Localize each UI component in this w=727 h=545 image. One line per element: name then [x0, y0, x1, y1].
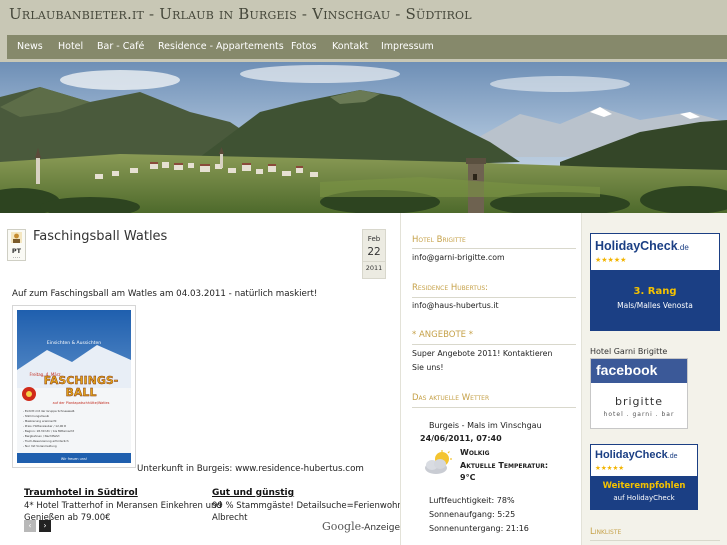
holidaycheck-recommend-panel: Weiterempfohlen auf HolidayCheck: [591, 476, 697, 509]
holidaycheck-header: HolidayCheck.de ★★★★★: [591, 234, 719, 270]
post-date-year: 2011: [363, 261, 385, 272]
panorama-banner: [0, 62, 727, 213]
nav-item-kontakt[interactable]: Kontakt: [332, 35, 368, 59]
holidaycheck-logo-tld: .de: [677, 243, 689, 252]
facebook-logo: facebook: [596, 362, 658, 378]
ad-unit-2[interactable]: Gut und günstig 99 % Stammgäste! Details…: [212, 488, 419, 524]
holidaycheck-recommend-sub: auf HolidayCheck: [613, 494, 675, 502]
faschingsball-poster[interactable]: Einsichten & Aussichten Freitag, 4. März…: [12, 305, 136, 468]
ad-text-line: 4* Hotel Tratterhof in Meransen Einkehre…: [24, 501, 222, 511]
facebook-badge[interactable]: facebook brigitte hotel . garni . bar: [590, 358, 688, 429]
holidaycheck-logo-text: HolidayCheck: [595, 239, 678, 253]
poster-tagline: auf der Plantapatschhütte/Watles: [53, 401, 110, 405]
ad-text-line: Genießen ab 79.00€: [24, 513, 111, 523]
author-dots: ....: [12, 253, 21, 260]
poster-image: Einsichten & Aussichten Freitag, 4. März…: [17, 310, 131, 463]
weather-temp: 9°C: [460, 473, 476, 482]
heading-hotel-brigitte: Hotel Brigitte: [412, 235, 466, 245]
ad-text-line: 99 % Stammgäste! Detailsuche=Ferienwohnu…: [212, 501, 419, 511]
poster-title-line2: BALL: [66, 386, 97, 399]
email-residence-hubertus[interactable]: info@haus-hubertus.it: [412, 299, 499, 313]
holidaycheck-rank-panel: 3. Rang Mals/Malles Venosta: [591, 270, 719, 330]
nav-item-impressum[interactable]: Impressum: [381, 35, 434, 59]
email-hotel-brigitte[interactable]: info@garni-brigitte.com: [412, 251, 505, 265]
ad-title[interactable]: Gut und günstig: [212, 488, 419, 498]
author-avatar-icon: [11, 232, 22, 243]
panorama-image: [0, 62, 727, 213]
heading-residence-hubertus: Residence Hubertus:: [412, 283, 489, 293]
rating-stars-icon: ★★★★★: [595, 256, 627, 264]
heading-linkliste: Linkliste: [590, 527, 622, 537]
sidebar-info: Hotel Brigitte info@garni-brigitte.com R…: [400, 213, 582, 545]
weather-sunset: Sonnenuntergang: 21:16: [429, 524, 529, 533]
post-text: Auf zum Faschingsball am Watles am 04.03…: [12, 289, 318, 299]
weather-condition: Wolkig: [460, 448, 490, 457]
nav-item-news[interactable]: News: [17, 35, 43, 59]
site-header: Urlaubanbieter.it - Urlaub in Burgeis - …: [0, 0, 727, 62]
post-title[interactable]: Faschingsball Watles: [33, 229, 167, 244]
holidaycheck-rank: 3. Rang: [633, 286, 677, 297]
main-nav: News Hotel Bar - Café Residence - Appart…: [7, 35, 727, 59]
sidebar-badges: HolidayCheck.de ★★★★★ 3. Rang Mals/Malle…: [582, 213, 727, 545]
facebook-page-sub: hotel . garni . bar: [603, 411, 675, 418]
rating-stars-icon: ★★★★★: [595, 464, 625, 472]
poster-header: Einsichten & Aussichten: [47, 340, 101, 346]
weather-sunrise: Sonnenaufgang: 5:25: [429, 510, 516, 519]
nav-item-residence[interactable]: Residence - Appartements: [158, 35, 284, 59]
main-content: PT .... Faschingsball Watles Feb 22 2011…: [0, 213, 419, 545]
divider: [590, 540, 720, 541]
weather-temp-label: Aktuelle Temperatur:: [460, 461, 549, 470]
ad-next-button[interactable]: ›: [39, 520, 51, 532]
holidaycheck-logo: HolidayCheck.de: [595, 239, 689, 253]
nav-item-hotel[interactable]: Hotel: [58, 35, 83, 59]
divider: [412, 297, 576, 298]
ad-unit-1[interactable]: Traumhotel in Südtirol 4* Hotel Tratterh…: [24, 488, 222, 524]
ad-prev-button[interactable]: ‹: [24, 520, 36, 532]
poster-detail: - Bergbahnen / Nachtfahrt: [23, 434, 60, 438]
angebote-line: Super Angebote 2011! Kontaktieren: [412, 349, 553, 358]
poster-detail: - Eintritt mit der Gruppe Schneeweiß: [23, 409, 75, 413]
weather-datetime: 24/06/2011, 07:40: [420, 434, 502, 443]
divider: [412, 407, 576, 408]
angebote-line: Sie uns!: [412, 363, 444, 372]
poster-detail: - Preis: Hüttenzauber / 12,00 €: [23, 424, 66, 428]
google-ads-label[interactable]: Google-Anzeigen: [322, 520, 406, 533]
post-date-month: Feb: [367, 235, 381, 243]
partly-cloudy-icon: [425, 450, 452, 474]
angebote-text: Super Angebote 2011! Kontaktieren Sie un…: [412, 347, 552, 375]
post-date: Feb 22 2011: [362, 229, 386, 279]
ad-title[interactable]: Traumhotel in Südtirol: [24, 488, 222, 498]
weather-city: Burgeis - Mals im Vinschgau: [429, 421, 542, 430]
author-avatar[interactable]: PT ....: [7, 229, 26, 261]
holidaycheck-logo-text: HolidayCheck: [595, 449, 668, 461]
facebook-header: facebook: [591, 359, 687, 383]
poster-detail: - Beginn: 18.30 Uhr / bis Mitternacht: [23, 429, 75, 433]
facebook-page-name: brigitte: [615, 395, 663, 408]
holidaycheck-logo: HolidayCheck.de: [595, 449, 677, 461]
poster-detail: - Tisch-Reservierung erforderlich: [23, 439, 69, 443]
heading-angebote: * ANGEBOTE *: [412, 330, 473, 340]
site-title[interactable]: Urlaubanbieter.it - Urlaub in Burgeis - …: [9, 5, 472, 23]
nav-item-fotos[interactable]: Fotos: [291, 35, 316, 59]
nav-item-bar-cafe[interactable]: Bar - Café: [97, 35, 144, 59]
ad-text: 4* Hotel Tratterhof in Meransen Einkehre…: [24, 500, 222, 524]
holidaycheck-header: HolidayCheck.de ★★★★★: [591, 445, 697, 476]
holidaycheck-logo-tld: .de: [667, 453, 678, 460]
holidaycheck-recommended-badge[interactable]: HolidayCheck.de ★★★★★ Weiterempfohlen au…: [590, 444, 698, 510]
poster-footer: Wir freuen uns!: [61, 457, 87, 461]
poster-detail: - Stimmungsmusik: [23, 414, 50, 418]
holidaycheck-place: Mals/Malles Venosta: [617, 301, 693, 310]
divider: [412, 248, 576, 249]
divider: [412, 344, 576, 345]
poster-caption[interactable]: Unterkunft in Burgeis: www.residence-hub…: [137, 464, 364, 474]
google-logo: Google: [322, 520, 362, 533]
facebook-label: Hotel Garni Brigitte: [590, 347, 668, 356]
weather-humidity: Luftfeuchtigkeit: 78%: [429, 496, 515, 505]
poster-detail: - Nur mit Voranmeldung: [23, 444, 57, 448]
poster-detail: - Maskierung erwünscht: [23, 419, 57, 423]
post-date-day: 22: [367, 246, 381, 258]
holidaycheck-rank-badge[interactable]: HolidayCheck.de ★★★★★ 3. Rang Mals/Malle…: [590, 233, 720, 331]
heading-weather: Das aktuelle Wetter: [412, 393, 490, 403]
holidaycheck-recommend-title: Weiterempfohlen: [602, 481, 686, 491]
